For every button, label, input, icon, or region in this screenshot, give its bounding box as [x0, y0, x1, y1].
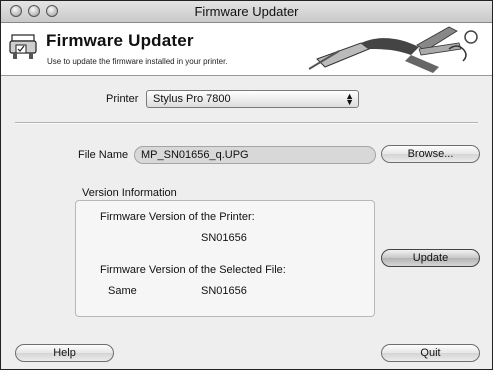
- printer-version-value: SN01656: [201, 232, 247, 244]
- file-name-field[interactable]: MP_SN01656_q.UPG: [134, 146, 376, 164]
- header-title: Firmware Updater: [46, 31, 194, 50]
- version-info-legend: Version Information: [82, 187, 177, 199]
- separator: [15, 122, 478, 124]
- printer-select[interactable]: Stylus Pro 7800 ▲ ▼: [146, 90, 359, 108]
- multi-tool-icon: [308, 26, 478, 73]
- file-name-label: File Name: [78, 149, 129, 161]
- printer-icon: [9, 34, 37, 59]
- version-comparison: Same: [108, 285, 137, 297]
- browse-button[interactable]: Browse...: [381, 145, 480, 163]
- updown-arrows-icon: ▲ ▼: [345, 91, 354, 107]
- printer-select-value: Stylus Pro 7800: [153, 93, 231, 105]
- printer-version-label: Firmware Version of the Printer:: [100, 211, 255, 223]
- title-bar[interactable]: Firmware Updater: [1, 1, 492, 23]
- version-info-group: Firmware Version of the Printer: SN01656…: [75, 200, 375, 317]
- printer-label: Printer: [106, 93, 139, 105]
- header-banner: Firmware Updater Use to update the firmw…: [1, 23, 492, 76]
- firmware-updater-window: Firmware Updater Firmware Updater Use to…: [0, 0, 493, 370]
- file-version-value: SN01656: [201, 285, 247, 297]
- file-name-value: MP_SN01656_q.UPG: [141, 149, 249, 161]
- quit-button[interactable]: Quit: [381, 344, 480, 362]
- file-version-label: Firmware Version of the Selected File:: [100, 264, 286, 276]
- header-description: Use to update the firmware installed in …: [47, 57, 228, 66]
- update-button[interactable]: Update: [381, 249, 480, 267]
- window-title: Firmware Updater: [194, 4, 299, 19]
- help-button[interactable]: Help: [15, 344, 114, 362]
